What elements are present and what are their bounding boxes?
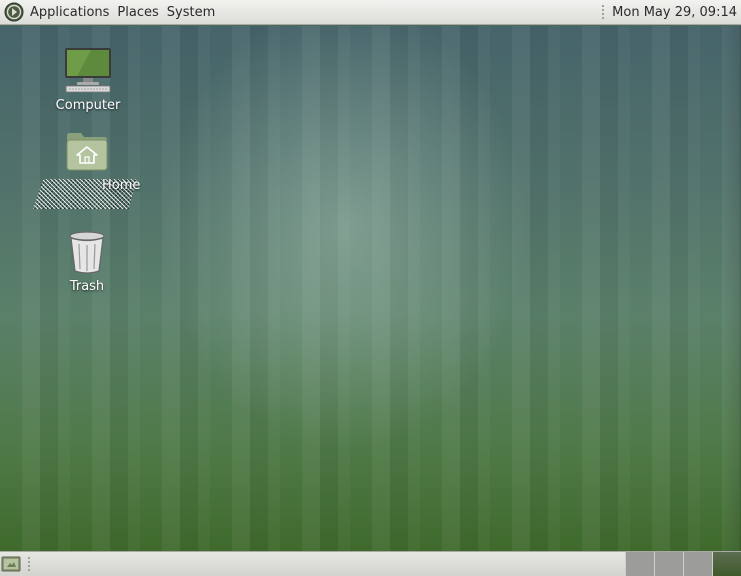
desktop-icon-computer[interactable]: Computer — [43, 46, 133, 113]
home-folder-icon — [66, 133, 108, 171]
applications-menu[interactable]: Applications — [30, 0, 113, 25]
workspace-4[interactable] — [712, 552, 741, 576]
clock[interactable]: Mon May 29, 09:14 — [612, 5, 737, 20]
desktop-icon-home[interactable]: Home — [42, 130, 140, 193]
desktop-edge-shade — [723, 26, 741, 551]
distro-logo-icon[interactable] — [4, 2, 24, 22]
trash-icon — [69, 231, 105, 274]
workspace-3[interactable] — [683, 552, 712, 576]
icon-label-trash: Trash — [69, 279, 105, 294]
desktop[interactable]: Computer Home Trash — [0, 26, 741, 551]
bottom-panel — [0, 551, 741, 576]
computer-icon — [65, 48, 111, 93]
places-menu[interactable]: Places — [113, 0, 162, 25]
top-panel: Applications Places System Mon May 29, 0… — [0, 0, 741, 25]
system-menu[interactable]: System — [163, 0, 219, 25]
desktop-icon-trash[interactable]: Trash — [42, 229, 132, 294]
workspace-2[interactable] — [654, 552, 683, 576]
icon-label-home: Home — [102, 178, 141, 193]
show-desktop-icon[interactable] — [1, 555, 21, 573]
workspace-1[interactable] — [625, 552, 654, 576]
icon-label-computer: Computer — [55, 98, 121, 113]
bottom-panel-drag-handle[interactable] — [27, 556, 31, 572]
workspace-switcher — [625, 552, 741, 576]
panel-drag-handle[interactable] — [601, 4, 606, 20]
